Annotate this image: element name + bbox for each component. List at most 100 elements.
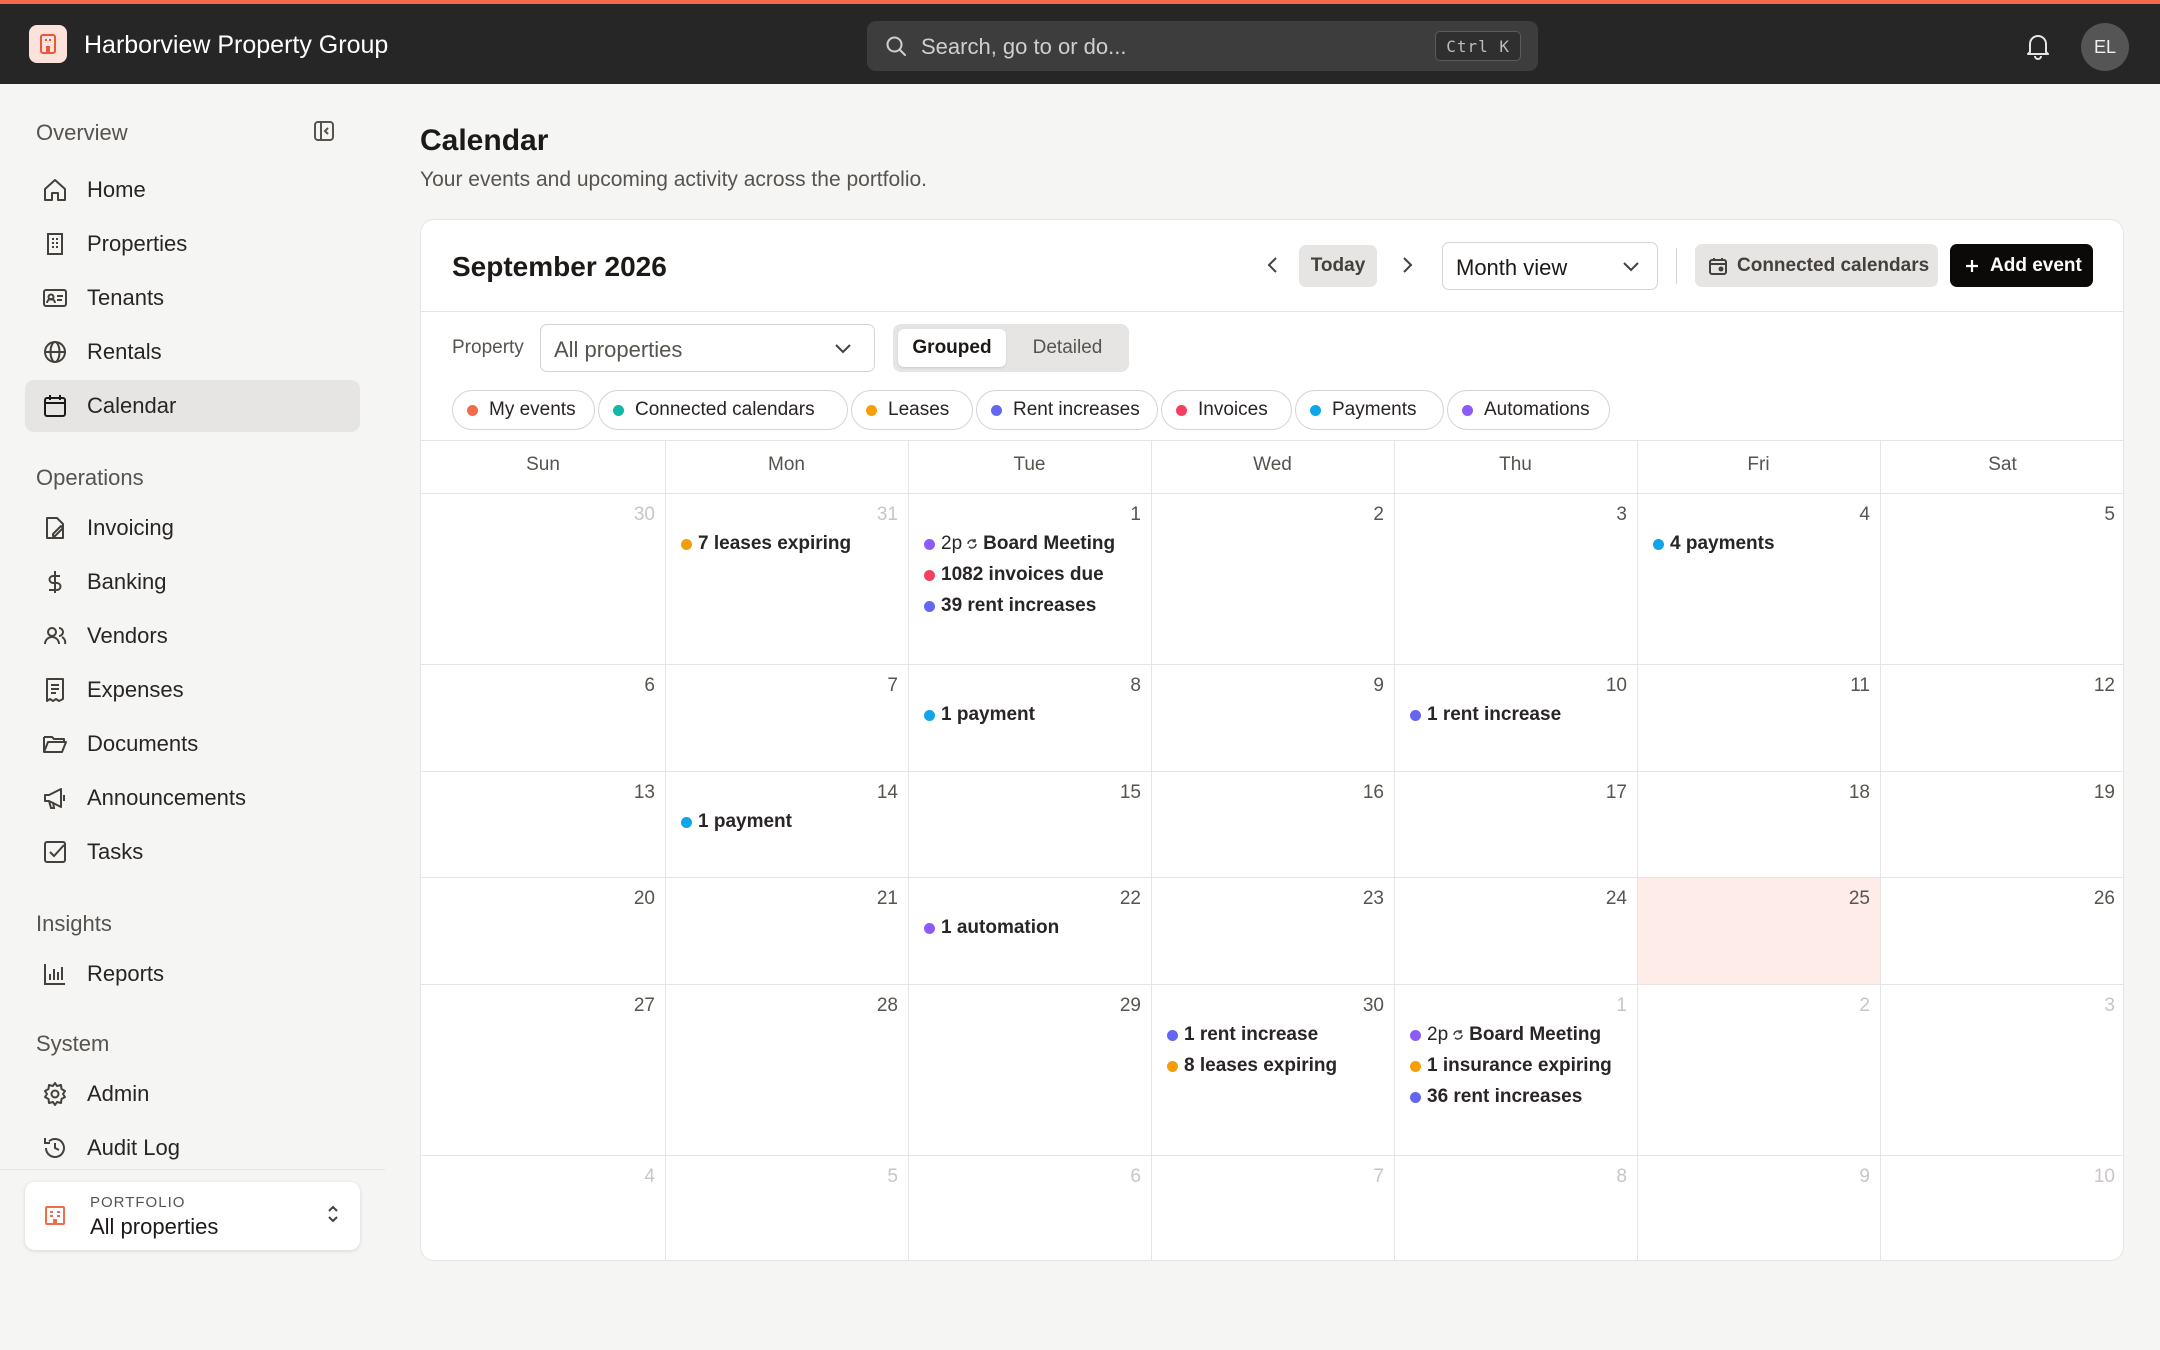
calendar-event[interactable]: 36 rent increases xyxy=(1410,1086,1582,1108)
day-cell[interactable]: 29 xyxy=(909,985,1151,1155)
sidebar-item-announcements[interactable]: Announcements xyxy=(25,772,360,824)
day-cell[interactable]: 2 xyxy=(1638,985,1880,1155)
sidebar-item-vendors[interactable]: Vendors xyxy=(25,610,360,662)
day-cell[interactable]: 6 xyxy=(909,1156,1151,1260)
day-cell[interactable]: 24 xyxy=(1395,878,1637,984)
calendar-event[interactable]: 1082 invoices due xyxy=(924,564,1104,586)
calendar-event[interactable]: 1 insurance expiring xyxy=(1410,1055,1612,1077)
day-cell[interactable]: 1 2p Board Meeting 1 insurance expiring 36 r… xyxy=(1395,985,1637,1155)
brand-logo-icon[interactable] xyxy=(29,25,67,63)
calendar-event[interactable]: 4 payments xyxy=(1653,533,1775,555)
day-cell[interactable]: 31 7 leases expiring xyxy=(666,494,908,664)
sidebar-item-tenants[interactable]: Tenants xyxy=(25,272,360,324)
search-bar[interactable]: Search, go to or do... Ctrl K xyxy=(867,21,1538,71)
next-month-icon[interactable] xyxy=(1396,254,1418,276)
legend-chip-payments[interactable]: Payments xyxy=(1295,390,1444,430)
day-cell[interactable]: 15 xyxy=(909,772,1151,877)
legend-chip-my-events[interactable]: My events xyxy=(452,390,595,430)
calendar-event[interactable]: 7 leases expiring xyxy=(681,533,851,555)
sidebar-item-tasks[interactable]: Tasks xyxy=(25,826,360,878)
day-cell[interactable]: 4 4 payments xyxy=(1638,494,1880,664)
day-cell[interactable]: 18 xyxy=(1638,772,1880,877)
day-cell[interactable]: 3 xyxy=(1395,494,1637,664)
day-cell[interactable]: 5 xyxy=(1881,494,2123,664)
legend-chip-invoices[interactable]: Invoices xyxy=(1161,390,1292,430)
calendar-event[interactable]: 1 automation xyxy=(924,917,1059,939)
day-cell[interactable]: 21 xyxy=(666,878,908,984)
add-event-button[interactable]: Add event xyxy=(1950,244,2093,287)
calendar-event[interactable]: 1 payment xyxy=(681,811,792,833)
day-cell[interactable]: 4 xyxy=(422,1156,665,1260)
notifications-bell-icon[interactable] xyxy=(2025,32,2051,60)
day-cell[interactable]: 2 xyxy=(1152,494,1394,664)
sidebar-item-calendar[interactable]: Calendar xyxy=(25,380,360,432)
day-cell[interactable]: 30 1 rent increase 8 leases expiring xyxy=(1152,985,1394,1155)
day-cell[interactable]: 28 xyxy=(666,985,908,1155)
day-cell[interactable]: 6 xyxy=(422,665,665,771)
sidebar-item-properties[interactable]: Properties xyxy=(25,218,360,270)
day-cell[interactable]: 14 1 payment xyxy=(666,772,908,877)
day-cell[interactable]: 9 xyxy=(1638,1156,1880,1260)
day-cell[interactable]: 9 xyxy=(1152,665,1394,771)
calendar-event[interactable]: 1 payment xyxy=(924,704,1035,726)
day-cell[interactable]: 10 1 rent increase xyxy=(1395,665,1637,771)
day-cell[interactable]: 30 xyxy=(422,494,665,664)
day-cell[interactable]: 5 xyxy=(666,1156,908,1260)
collapse-sidebar-icon[interactable] xyxy=(313,120,335,142)
sidebar-item-home[interactable]: Home xyxy=(25,164,360,216)
day-number: 26 xyxy=(2093,888,2115,909)
grouped-option[interactable]: Grouped xyxy=(898,329,1006,367)
day-cell[interactable]: 13 xyxy=(422,772,665,877)
month-label: September 2026 xyxy=(452,251,667,282)
day-cell[interactable]: 7 xyxy=(1152,1156,1394,1260)
day-number: 30 xyxy=(633,504,655,525)
day-cell[interactable]: 23 xyxy=(1152,878,1394,984)
portfolio-switcher[interactable]: PORTFOLIO All properties xyxy=(25,1182,360,1250)
calendar-event[interactable]: 39 rent increases xyxy=(924,595,1096,617)
sidebar-item-rentals[interactable]: Rentals xyxy=(25,326,360,378)
today-button[interactable]: Today xyxy=(1299,245,1377,287)
legend-chip-automations[interactable]: Automations xyxy=(1447,390,1610,430)
event-label: Board Meeting xyxy=(983,533,1116,554)
legend-chip-rent-increases[interactable]: Rent increases xyxy=(976,390,1158,430)
day-cell[interactable]: 16 xyxy=(1152,772,1394,877)
day-cell[interactable]: 26 xyxy=(1881,878,2123,984)
day-cell[interactable]: 19 xyxy=(1881,772,2123,877)
sidebar-item-documents[interactable]: Documents xyxy=(25,718,360,770)
sidebar-item-expenses[interactable]: Expenses xyxy=(25,664,360,716)
day-cell[interactable]: 7 xyxy=(666,665,908,771)
legend-chip-connected-calendars[interactable]: Connected calendars xyxy=(598,390,848,430)
sidebar-item-audit-log[interactable]: Audit Log xyxy=(25,1122,360,1174)
property-select[interactable]: All properties xyxy=(540,324,875,372)
sidebar-item-reports[interactable]: Reports xyxy=(25,948,360,1000)
day-cell[interactable]: 20 xyxy=(422,878,665,984)
day-cell[interactable]: 17 xyxy=(1395,772,1637,877)
day-cell[interactable]: 27 xyxy=(422,985,665,1155)
calendar-event[interactable]: 1 rent increase xyxy=(1167,1024,1318,1046)
day-cell[interactable]: 1 2p Board Meeting 1082 invoices due 39 rent… xyxy=(909,494,1151,664)
calendar-event[interactable]: 1 rent increase xyxy=(1410,704,1561,726)
day-cell-today[interactable]: 25 xyxy=(1638,878,1880,984)
connected-calendars-button[interactable]: Connected calendars xyxy=(1695,244,1938,287)
day-cell[interactable]: 11 xyxy=(1638,665,1880,771)
legend-label: Connected calendars xyxy=(635,399,815,420)
day-number: 4 xyxy=(644,1166,655,1187)
org-name[interactable]: Harborview Property Group xyxy=(84,31,388,60)
prev-month-icon[interactable] xyxy=(1262,254,1284,276)
calendar-event[interactable]: 2p Board Meeting xyxy=(1410,1024,1601,1046)
calendar-event[interactable]: 2p Board Meeting xyxy=(924,533,1115,555)
day-cell[interactable]: 8 xyxy=(1395,1156,1637,1260)
sidebar-item-invoicing[interactable]: Invoicing xyxy=(25,502,360,554)
day-cell[interactable]: 10 xyxy=(1881,1156,2123,1260)
view-select[interactable]: Month view xyxy=(1442,242,1658,290)
calendar-event[interactable]: 8 leases expiring xyxy=(1167,1055,1337,1077)
legend-chip-leases[interactable]: Leases xyxy=(851,390,973,430)
sidebar-item-admin[interactable]: Admin xyxy=(25,1068,360,1120)
detailed-option[interactable]: Detailed xyxy=(1011,329,1124,367)
user-avatar[interactable]: EL xyxy=(2081,23,2129,71)
day-cell[interactable]: 12 xyxy=(1881,665,2123,771)
day-cell[interactable]: 8 1 payment xyxy=(909,665,1151,771)
day-cell[interactable]: 3 xyxy=(1881,985,2123,1155)
day-cell[interactable]: 22 1 automation xyxy=(909,878,1151,984)
sidebar-item-banking[interactable]: Banking xyxy=(25,556,360,608)
